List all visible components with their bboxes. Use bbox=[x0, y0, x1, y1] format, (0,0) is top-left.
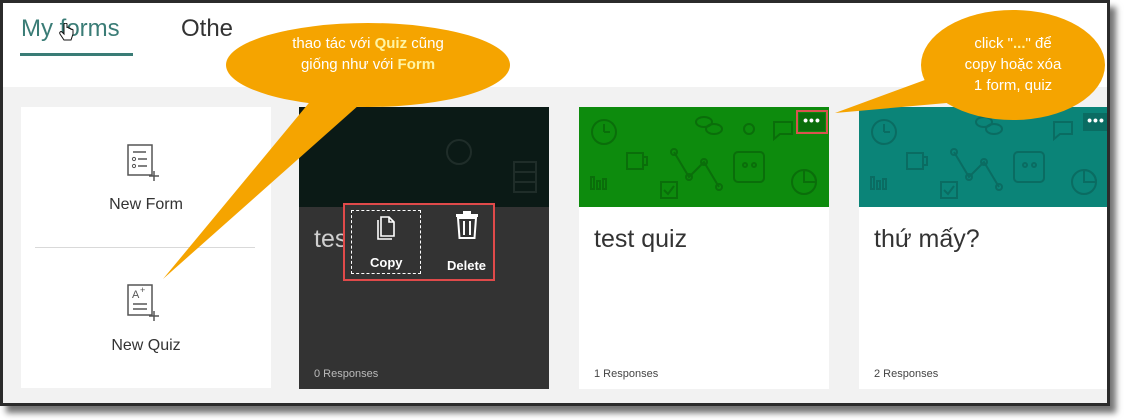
hand-cursor-icon bbox=[59, 22, 75, 49]
card-title: thứ mấy? bbox=[874, 225, 980, 253]
new-quiz-icon: A + bbox=[127, 284, 159, 321]
tab-active-indicator bbox=[20, 53, 133, 56]
card-responses: 1 Responses bbox=[594, 368, 659, 380]
callout-left-text: thao tác với Quiz cũng giống như với For… bbox=[292, 35, 444, 73]
pattern-decoration bbox=[590, 116, 818, 199]
card-responses: 0 Responses bbox=[314, 368, 379, 380]
card-title: test quiz bbox=[594, 225, 688, 253]
callout-right-text: click "..." để copy hoặc xóa 1 form, qui… bbox=[964, 35, 1062, 94]
card-responses: 2 Responses bbox=[874, 368, 939, 380]
form-card-thu-may[interactable]: ••• thứ mấy? 2 Responses bbox=[859, 107, 1107, 389]
form-card-test-quiz[interactable]: ••• test quiz 1 Responses bbox=[579, 107, 829, 389]
forms-window: My forms Othe New Form A + New Quiz test… bbox=[0, 0, 1110, 406]
svg-text:A: A bbox=[132, 289, 140, 301]
new-quiz-label: New Quiz bbox=[111, 337, 181, 354]
more-options-button[interactable]: ••• bbox=[796, 110, 828, 134]
card-header: ••• bbox=[579, 107, 829, 207]
